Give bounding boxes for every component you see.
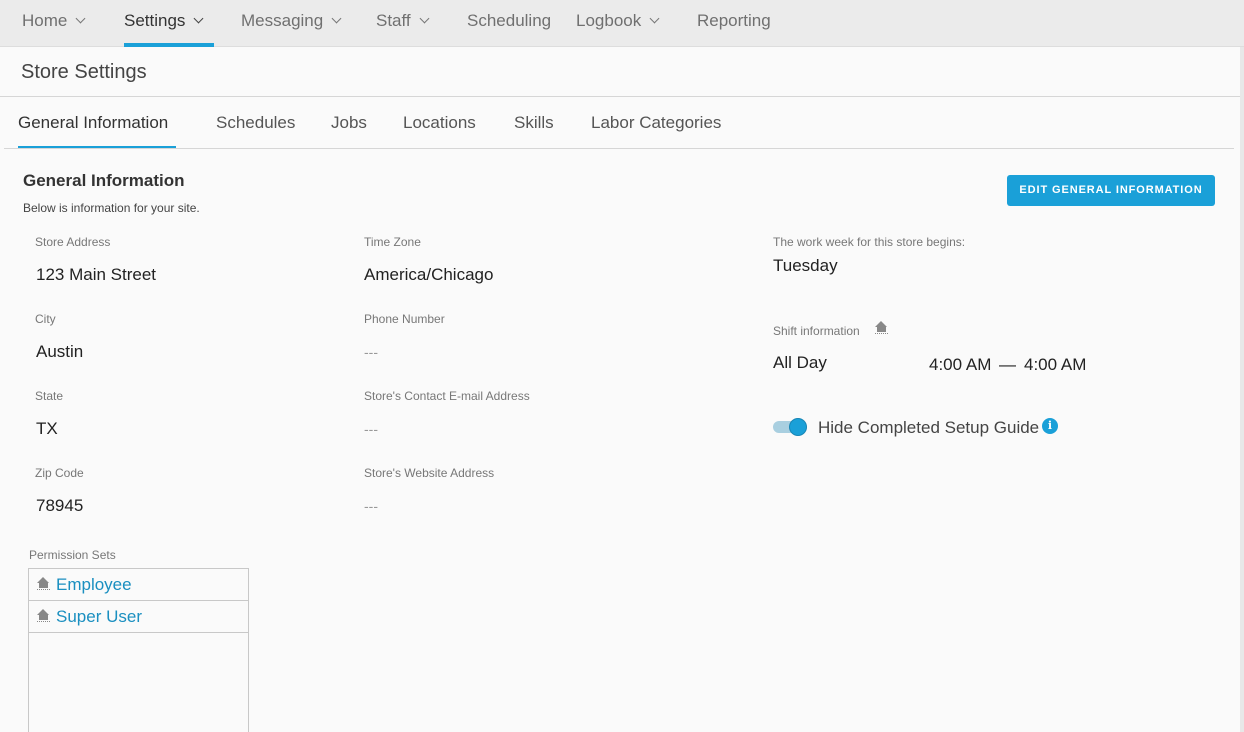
- hide-setup-guide-label: Hide Completed Setup Guide: [818, 418, 1040, 437]
- house-icon: [37, 609, 50, 623]
- nav-staff-label: Staff: [376, 11, 411, 30]
- nav-logbook-label: Logbook: [576, 11, 642, 30]
- nav-messaging-label: Messaging: [241, 11, 324, 30]
- tab-locations[interactable]: Locations: [403, 113, 476, 133]
- city-value: Austin: [36, 342, 84, 361]
- divider: [4, 148, 1234, 149]
- contact-email-value: ---: [364, 421, 378, 437]
- house-icon: [875, 321, 888, 335]
- nav-reporting-label: Reporting: [697, 11, 771, 30]
- nav-scheduling[interactable]: Scheduling: [467, 0, 551, 47]
- time-zone-value: America/Chicago: [364, 265, 494, 284]
- shift-name: All Day: [773, 353, 827, 372]
- permission-set-employee[interactable]: Employee: [29, 569, 248, 601]
- nav-scheduling-label: Scheduling: [467, 11, 552, 30]
- page-title: Store Settings: [21, 61, 147, 83]
- work-week-value: Tuesday: [773, 256, 838, 275]
- shift-end-time: 4:00 AM: [1024, 355, 1087, 374]
- section-subtitle: Below is information for your site.: [23, 201, 200, 215]
- nav-settings[interactable]: Settings: [124, 0, 204, 47]
- chevron-down-icon: [193, 13, 204, 24]
- zip-code-label: Zip Code: [35, 466, 84, 480]
- work-week-label: The work week for this store begins:: [773, 235, 966, 249]
- chevron-down-icon: [331, 13, 342, 24]
- shift-information-label: Shift information: [773, 324, 860, 338]
- nav-logbook[interactable]: Logbook: [576, 0, 660, 47]
- website-value: ---: [364, 498, 378, 514]
- city-label: City: [35, 312, 56, 326]
- state-label: State: [35, 389, 64, 403]
- store-address-label: Store Address: [35, 235, 111, 249]
- permission-sets-list: Employee Super User: [28, 568, 249, 732]
- nav-home[interactable]: Home: [22, 0, 86, 47]
- permission-sets-label: Permission Sets: [29, 548, 116, 562]
- top-nav: Home Settings Messaging Staff Scheduling…: [0, 0, 1244, 47]
- toggle-knob: [789, 418, 807, 436]
- tab-jobs[interactable]: Jobs: [331, 113, 367, 133]
- edit-general-information-button[interactable]: EDIT GENERAL INFORMATION: [1007, 175, 1215, 206]
- permission-set-name: Super User: [56, 607, 142, 626]
- chevron-down-icon: [75, 13, 86, 24]
- info-icon[interactable]: i: [1042, 418, 1058, 434]
- nav-home-label: Home: [22, 11, 68, 30]
- nav-reporting[interactable]: Reporting: [697, 0, 771, 47]
- contact-email-label: Store's Contact E-mail Address: [364, 389, 530, 403]
- chevron-down-icon: [649, 13, 660, 24]
- tab-labor-categories[interactable]: Labor Categories: [591, 113, 721, 133]
- tab-skills[interactable]: Skills: [514, 113, 554, 133]
- scrollbar[interactable]: [1240, 47, 1244, 732]
- phone-number-value: ---: [364, 344, 378, 360]
- house-icon: [37, 577, 50, 591]
- shift-start-time: 4:00 AM: [929, 355, 992, 374]
- divider: [0, 96, 1244, 97]
- store-address-value: 123 Main Street: [36, 265, 157, 284]
- shift-time-separator: —: [999, 355, 1016, 374]
- permission-set-super-user[interactable]: Super User: [29, 601, 248, 633]
- nav-messaging[interactable]: Messaging: [241, 0, 342, 47]
- hide-setup-guide-toggle[interactable]: [773, 418, 809, 436]
- nav-staff[interactable]: Staff: [376, 0, 430, 47]
- tab-schedules[interactable]: Schedules: [216, 113, 295, 133]
- permission-set-name: Employee: [56, 575, 132, 594]
- time-zone-label: Time Zone: [364, 235, 421, 249]
- phone-number-label: Phone Number: [364, 312, 445, 326]
- section-title: General Information: [23, 171, 185, 190]
- nav-active-indicator: [124, 43, 214, 47]
- chevron-down-icon: [419, 13, 430, 24]
- tab-general-information[interactable]: General Information: [18, 113, 168, 133]
- website-label: Store's Website Address: [364, 466, 495, 480]
- zip-code-value: 78945: [36, 496, 84, 515]
- state-value: TX: [36, 419, 58, 438]
- nav-settings-label: Settings: [124, 11, 186, 30]
